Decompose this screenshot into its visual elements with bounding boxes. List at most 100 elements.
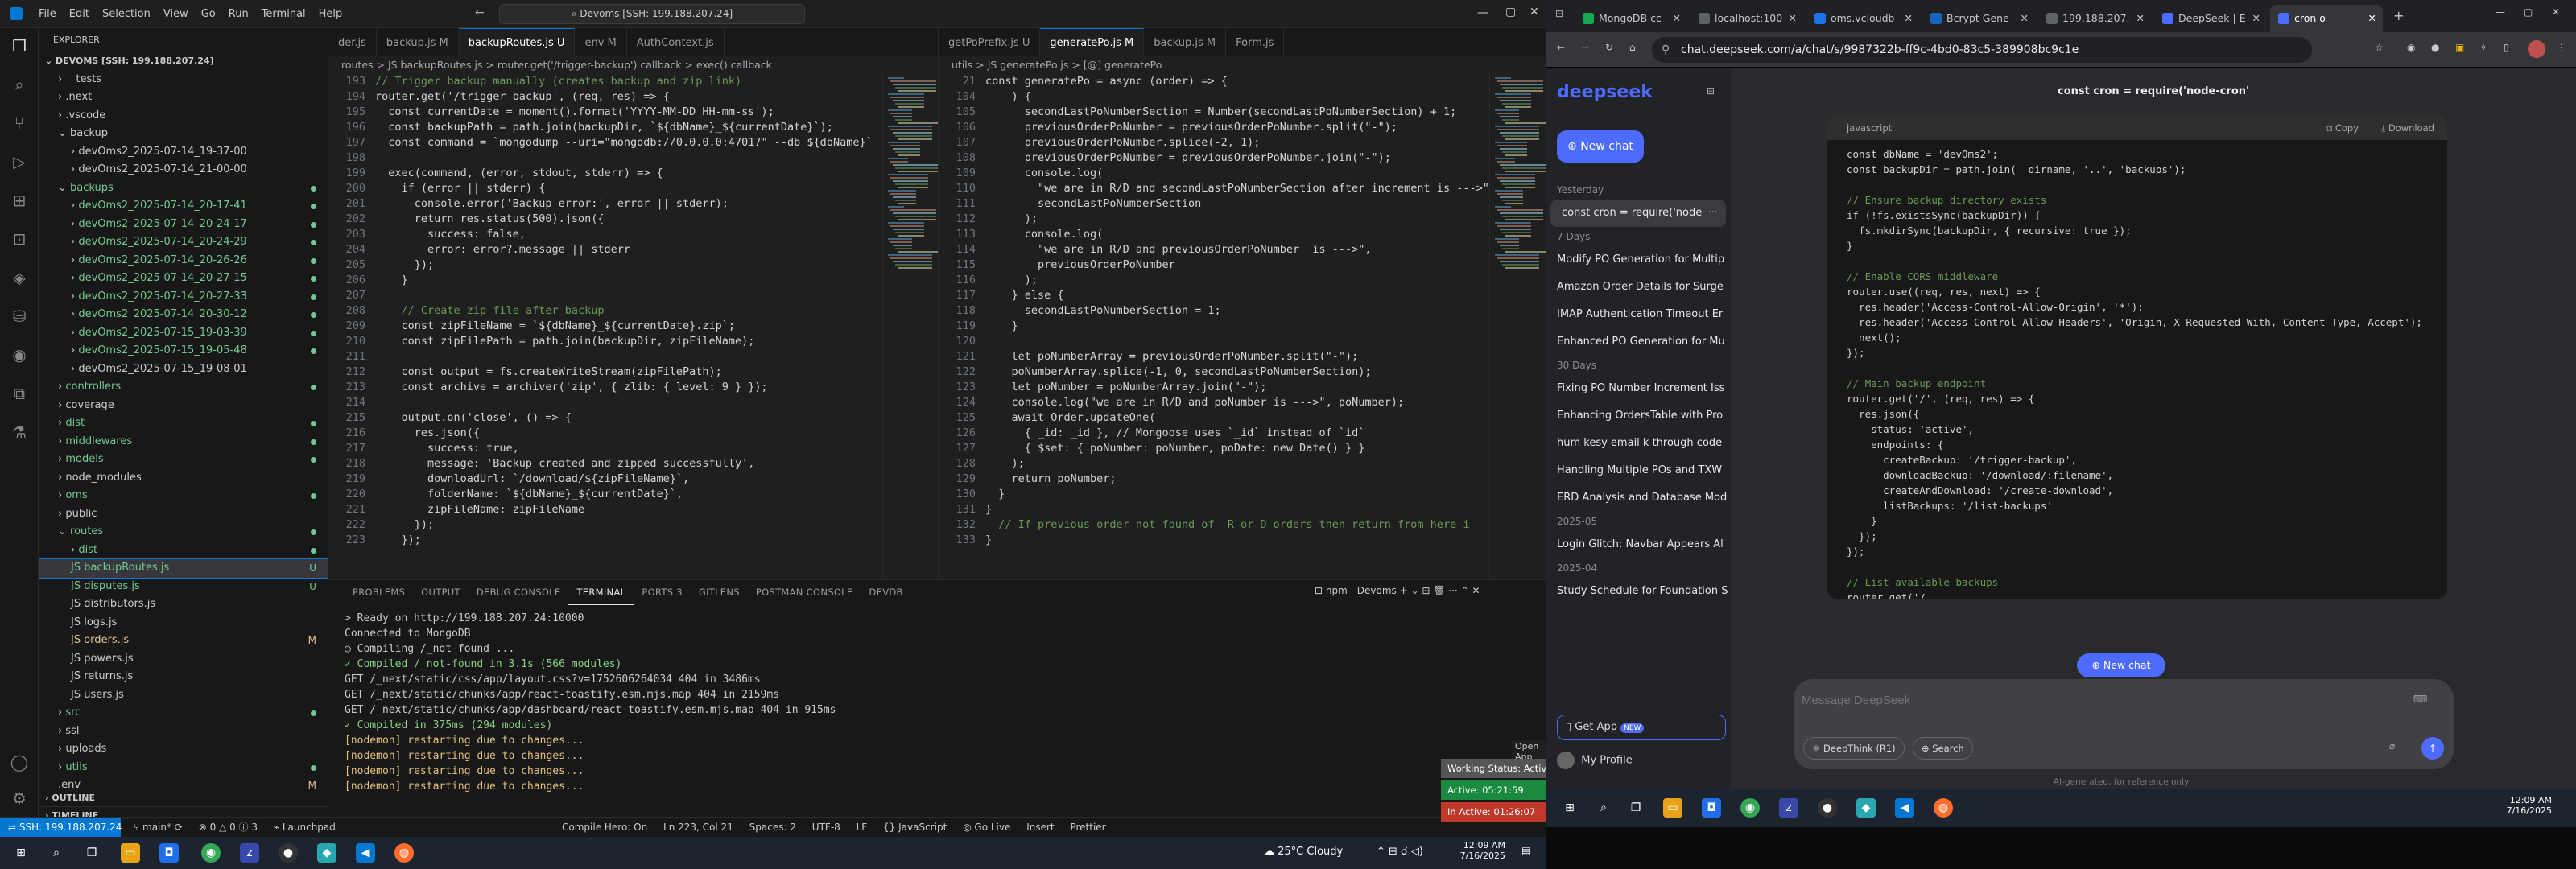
tab-close-icon[interactable]: ✕	[1905, 5, 1913, 32]
prettier-status[interactable]: Prettier	[1063, 818, 1112, 837]
breadcrumb[interactable]: routes > JS backupRoutes.js > router.get…	[328, 56, 938, 74]
send-icon[interactable]: ↑	[2421, 737, 2444, 760]
history-item[interactable]: IMAP Authentication Timeout Er	[1546, 301, 1731, 328]
chrome-icon[interactable]: ◉	[201, 843, 221, 863]
tree-folder[interactable]: › devOms2_2025-07-15_19-03-39	[39, 324, 328, 343]
tab-search-icon[interactable]: ⊟	[1555, 8, 1563, 19]
indentation[interactable]: Spaces: 2	[743, 818, 803, 837]
history-item[interactable]: Study Schedule for Foundation S	[1546, 578, 1731, 605]
new-tab-icon[interactable]: +	[2393, 8, 2404, 23]
search-icon[interactable]: ⌕	[10, 75, 29, 94]
tree-folder[interactable]: › public	[39, 505, 328, 524]
chrome-icon[interactable]: ◉	[1740, 798, 1760, 818]
tree-folder[interactable]: › devOms2_2025-07-15_19-08-01	[39, 360, 328, 379]
tree-folder[interactable]: › .next	[39, 89, 328, 107]
command-center[interactable]: ⌕ Devoms [SSH: 199.188.207.24]	[499, 4, 805, 24]
github-icon[interactable]: ●	[279, 843, 298, 863]
gitlens-icon[interactable]: ◈	[10, 268, 29, 287]
search-toggle[interactable]: ⊕ Search	[1913, 737, 1973, 760]
new-chat-button[interactable]: ⊕ New chat	[1557, 130, 1644, 163]
editor-tab[interactable]: AuthContext.js	[627, 29, 724, 56]
tree-folder[interactable]: › uploads	[39, 740, 328, 759]
tree-file[interactable]: JS returns.js	[39, 668, 328, 686]
tree-folder[interactable]: › devOms2_2025-07-14_20-30-12	[39, 306, 328, 324]
panel-tab[interactable]: OUTPUT	[413, 580, 469, 604]
tree-file[interactable]: JS powers.js	[39, 650, 328, 669]
tree-folder[interactable]: › devOms2_2025-07-14_20-26-26	[39, 252, 328, 270]
sidepanel-icon[interactable]: ▯	[2504, 42, 2509, 53]
terminal-output[interactable]: > Ready on http://199.188.207.24:10000 Co…	[328, 604, 1546, 794]
file-explorer-icon[interactable]: ▭	[121, 843, 140, 863]
panel-tab[interactable]: PROBLEMS	[345, 580, 413, 604]
postman-icon[interactable]: ◍	[1934, 798, 1953, 818]
vscode-icon[interactable]: ◀	[1895, 798, 1914, 818]
language-mode[interactable]: {} JavaScript	[877, 818, 953, 837]
history-item[interactable]: hum kesy email k through code	[1546, 430, 1731, 457]
postman-icon[interactable]: ◍	[394, 843, 414, 863]
tree-folder[interactable]: › ssl	[39, 723, 328, 741]
keyboard-icon[interactable]: ⌨	[2413, 694, 2427, 705]
extensions-puzzle-icon[interactable]: ✧	[2479, 42, 2487, 53]
remote-indicator[interactable]: ⇌ SSH: 199.188.207.24	[0, 818, 122, 837]
tab-close-icon[interactable]: ✕	[1789, 5, 1797, 32]
forward-icon[interactable]: →	[1581, 42, 1589, 53]
download-button[interactable]: ⤓ Download	[2381, 116, 2434, 140]
history-item[interactable]: Fixing PO Number Increment Iss	[1546, 375, 1731, 402]
menu-item[interactable]: File	[32, 0, 63, 28]
task-view-icon[interactable]: ❐	[1626, 798, 1645, 818]
history-item[interactable]: Login Glitch: Navbar Appears Al	[1546, 531, 1731, 558]
cursor-position[interactable]: Ln 223, Col 21	[657, 818, 740, 837]
code-editor-right[interactable]: 21 const generatePo = async (order) => {1…	[939, 74, 1546, 579]
problems-indicator[interactable]: ⊗ 0 △ 0 ⓘ 3	[192, 818, 264, 837]
notification-icon[interactable]: ▤	[1521, 845, 1530, 856]
file-explorer-icon[interactable]: ▭	[1663, 798, 1682, 818]
extensions-icon[interactable]: ⊞	[10, 191, 29, 210]
tree-folder[interactable]: › devOms2_2025-07-14_20-17-41	[39, 197, 328, 216]
extension-icon[interactable]: ●	[2431, 42, 2439, 53]
vscode-icon[interactable]: ◀	[356, 843, 375, 863]
deepthink-toggle[interactable]: ⚛ DeepThink (R1)	[1803, 737, 1905, 760]
eol[interactable]: LF	[850, 818, 874, 837]
workspace-header[interactable]: ⌄ DEVOMS [SSH: 199.188.207.24]	[39, 52, 328, 71]
database-icon[interactable]: ⛁	[10, 307, 29, 326]
address-bar[interactable]: ⚲ chat.deepseek.com/a/chat/s/9987322b-ff9…	[1652, 37, 2312, 63]
source-control-icon[interactable]: ⑂	[10, 113, 29, 133]
account-icon[interactable]: ◯	[10, 752, 29, 772]
more-options-icon[interactable]: ···	[1708, 200, 1718, 227]
panel-tab[interactable]: GITLENS	[691, 580, 748, 604]
extension-icon[interactable]: ◉	[2407, 42, 2415, 53]
site-info-icon[interactable]: ⚲	[1662, 37, 1670, 63]
tree-folder[interactable]: › devOms2_2025-07-14_20-27-15	[39, 270, 328, 288]
clock[interactable]: 12:09 AM 7/16/2025	[2504, 795, 2552, 816]
app-icon[interactable]: ◆	[317, 843, 336, 863]
breadcrumb[interactable]: utils > JS generatePo.js > [@] generateP…	[939, 56, 1546, 74]
history-item[interactable]: Amazon Order Details for Surge	[1546, 274, 1731, 301]
go-live-button[interactable]: ◎ Go Live	[956, 818, 1017, 837]
tree-folder[interactable]: › oms	[39, 487, 328, 505]
tree-folder[interactable]: › __tests__	[39, 71, 328, 89]
remote-explorer-icon[interactable]: ⊡	[10, 229, 29, 249]
menu-item[interactable]: Edit	[63, 0, 96, 28]
browser-tab[interactable]: oms.vcloudb ✕	[1806, 5, 1919, 32]
tree-folder[interactable]: › utils	[39, 759, 328, 777]
settings-gear-icon[interactable]: ⚙	[10, 789, 29, 808]
tree-folder[interactable]: › .vscode	[39, 107, 328, 126]
extension-icon[interactable]: ▣	[2455, 42, 2464, 53]
tree-folder[interactable]: › models	[39, 451, 328, 469]
nav-back-icon[interactable]: ←	[475, 6, 485, 19]
tree-folder[interactable]: › devOms2_2025-07-14_19-37-00	[39, 143, 328, 162]
tree-folder[interactable]: › devOms2_2025-07-14_20-27-33	[39, 288, 328, 307]
windows-start-icon[interactable]: ⊞	[1560, 798, 1579, 818]
copy-button[interactable]: ⧉ Copy	[2326, 116, 2359, 140]
panel-tab[interactable]: POSTMAN CONSOLE	[748, 580, 861, 604]
new-chat-pill[interactable]: ⊕ New chat	[2077, 653, 2165, 677]
postman-icon[interactable]: ◉	[10, 345, 29, 364]
bookmark-star-icon[interactable]: ☆	[2375, 42, 2384, 53]
tab-close-icon[interactable]: ✕	[2368, 5, 2376, 32]
tree-file[interactable]: JS logs.js	[39, 614, 328, 632]
tree-folder[interactable]: › src	[39, 704, 328, 723]
tree-folder[interactable]: › devOms2_2025-07-15_19-05-48	[39, 342, 328, 360]
tree-folder[interactable]: ⌄ backups	[39, 179, 328, 198]
maximize-icon[interactable]: ▢	[2524, 6, 2533, 18]
editor-tab[interactable]: backup.js M	[377, 29, 459, 56]
